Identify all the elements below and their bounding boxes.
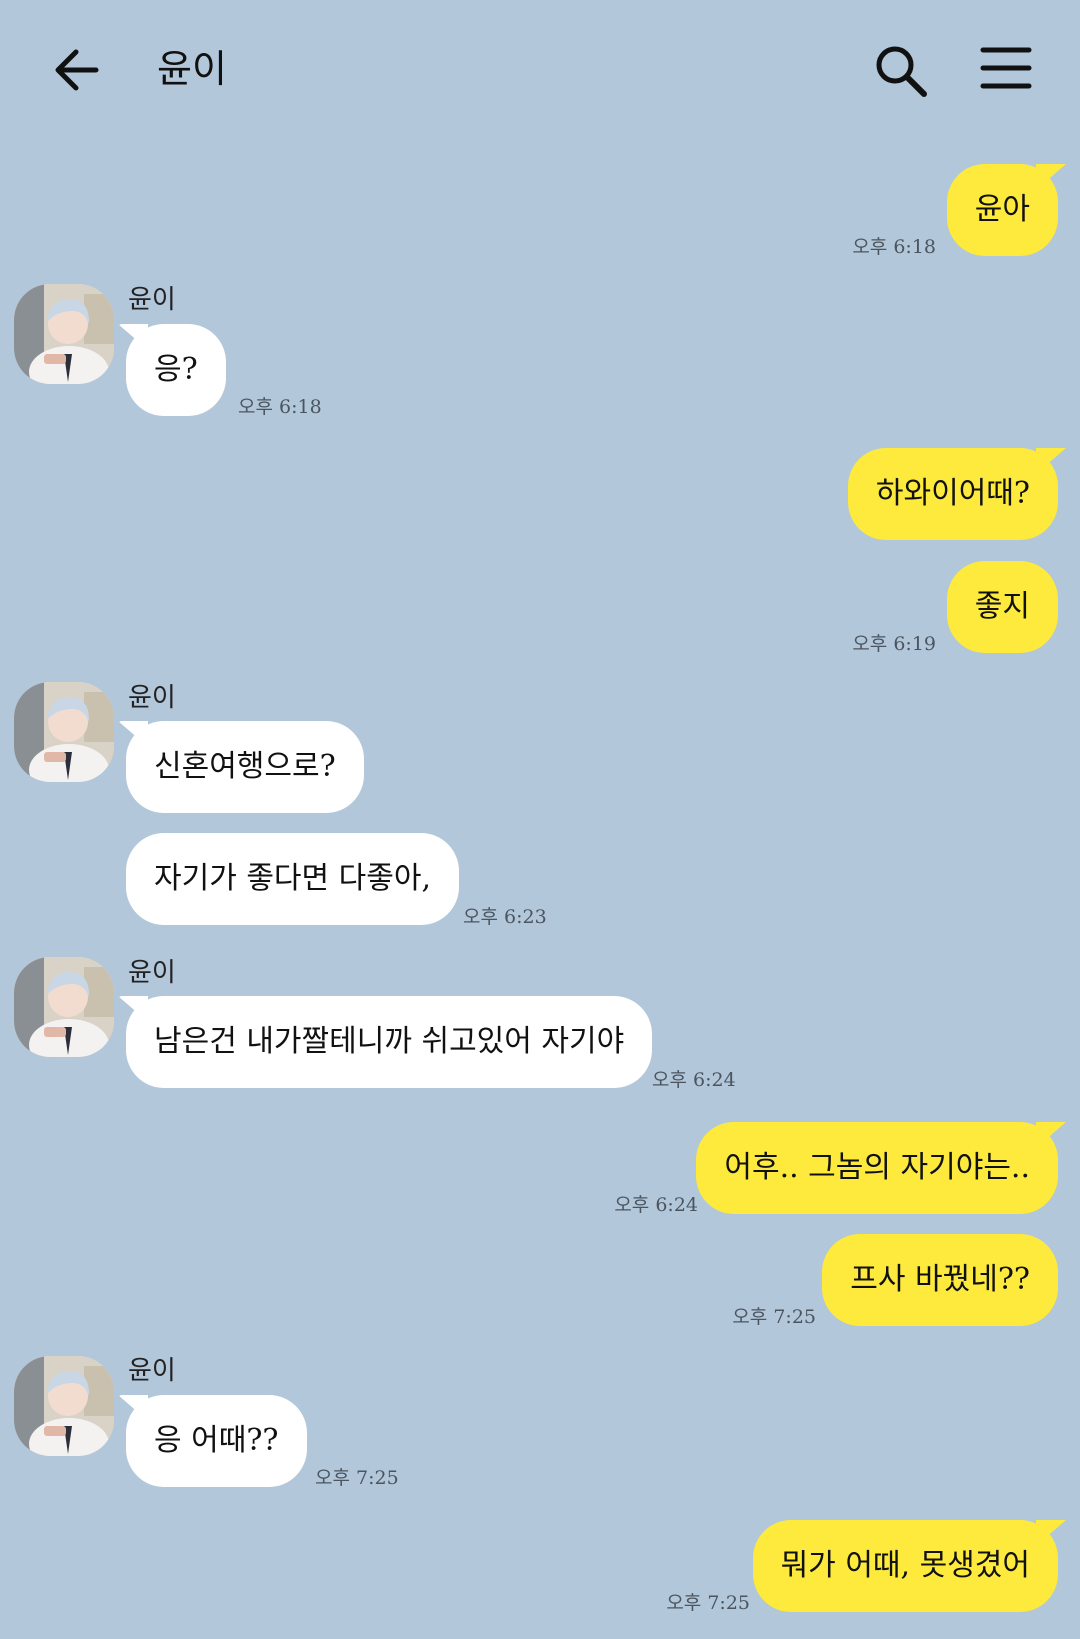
message-time: 오후 6:24 — [614, 1194, 698, 1216]
incoming-message-bubble[interactable]: 자기가 좋다면 다좋아, — [126, 833, 460, 925]
arrow-left-icon — [55, 49, 99, 91]
message-time: 오후 6:18 — [852, 236, 936, 258]
profile-photo-icon — [14, 1356, 114, 1456]
outgoing-message-bubble[interactable]: 뭐가 어때, 못생겼어 — [752, 1520, 1058, 1612]
sender-name: 윤이 — [128, 958, 176, 988]
message-time: 오후 6:24 — [652, 1069, 736, 1091]
sender-name: 윤이 — [128, 683, 176, 713]
menu-button[interactable] — [980, 44, 1032, 92]
profile-photo-icon — [14, 682, 114, 782]
outgoing-message-bubble[interactable]: 프사 바꿨네?? — [822, 1234, 1058, 1326]
outgoing-message-bubble[interactable]: 하와이어때? — [847, 448, 1058, 540]
avatar[interactable] — [14, 284, 114, 384]
chat-title: 윤이 — [157, 47, 227, 91]
chat-header: 윤이 — [0, 0, 1080, 140]
sender-name: 윤이 — [128, 1356, 176, 1386]
avatar[interactable] — [14, 1356, 114, 1456]
incoming-message-bubble[interactable]: 응? — [126, 324, 226, 416]
profile-photo-icon — [14, 284, 114, 384]
search-icon — [876, 46, 927, 97]
outgoing-message-bubble[interactable]: 윤아 — [946, 164, 1058, 256]
search-button[interactable] — [872, 42, 930, 100]
back-button[interactable] — [48, 40, 108, 100]
message-time: 오후 7:25 — [315, 1467, 399, 1489]
message-time: 오후 7:25 — [666, 1592, 750, 1614]
message-time: 오후 6:18 — [238, 396, 322, 418]
outgoing-message-bubble[interactable]: 좋지 — [946, 561, 1058, 653]
message-time: 오후 7:25 — [732, 1306, 816, 1328]
outgoing-message-bubble[interactable]: 어후.. 그놈의 자기야는.. — [696, 1122, 1058, 1214]
avatar[interactable] — [14, 682, 114, 782]
sender-name: 윤이 — [128, 285, 176, 315]
message-time: 오후 6:19 — [852, 633, 936, 655]
hamburger-menu-icon — [980, 47, 1032, 89]
incoming-message-bubble[interactable]: 신혼여행으로? — [126, 721, 364, 813]
avatar[interactable] — [14, 957, 114, 1057]
message-time: 오후 6:23 — [463, 906, 547, 928]
incoming-message-bubble[interactable]: 응 어때?? — [126, 1395, 307, 1487]
profile-photo-icon — [14, 957, 114, 1057]
incoming-message-bubble[interactable]: 남은건 내가짤테니까 쉬고있어 자기야 — [126, 996, 653, 1088]
